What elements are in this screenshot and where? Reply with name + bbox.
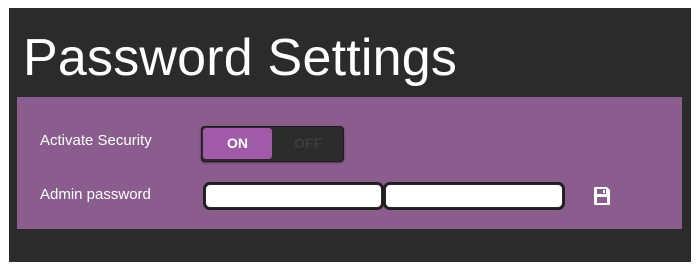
admin-password-label: Admin password [40,186,151,203]
save-icon [593,186,611,206]
toggle-off-option[interactable]: OFF [274,128,342,159]
admin-password-input[interactable] [205,184,382,208]
activate-security-label: Activate Security [40,132,152,149]
settings-panel: Activate Security ON OFF Admin password [17,97,682,229]
save-password-button[interactable] [593,186,611,206]
app-window: Password Settings Activate Security ON O… [9,8,691,262]
toggle-on-option[interactable]: ON [203,128,272,159]
page-title: Password Settings [23,29,458,87]
confirm-password-input[interactable] [385,184,563,208]
security-toggle[interactable]: ON OFF [201,126,344,162]
